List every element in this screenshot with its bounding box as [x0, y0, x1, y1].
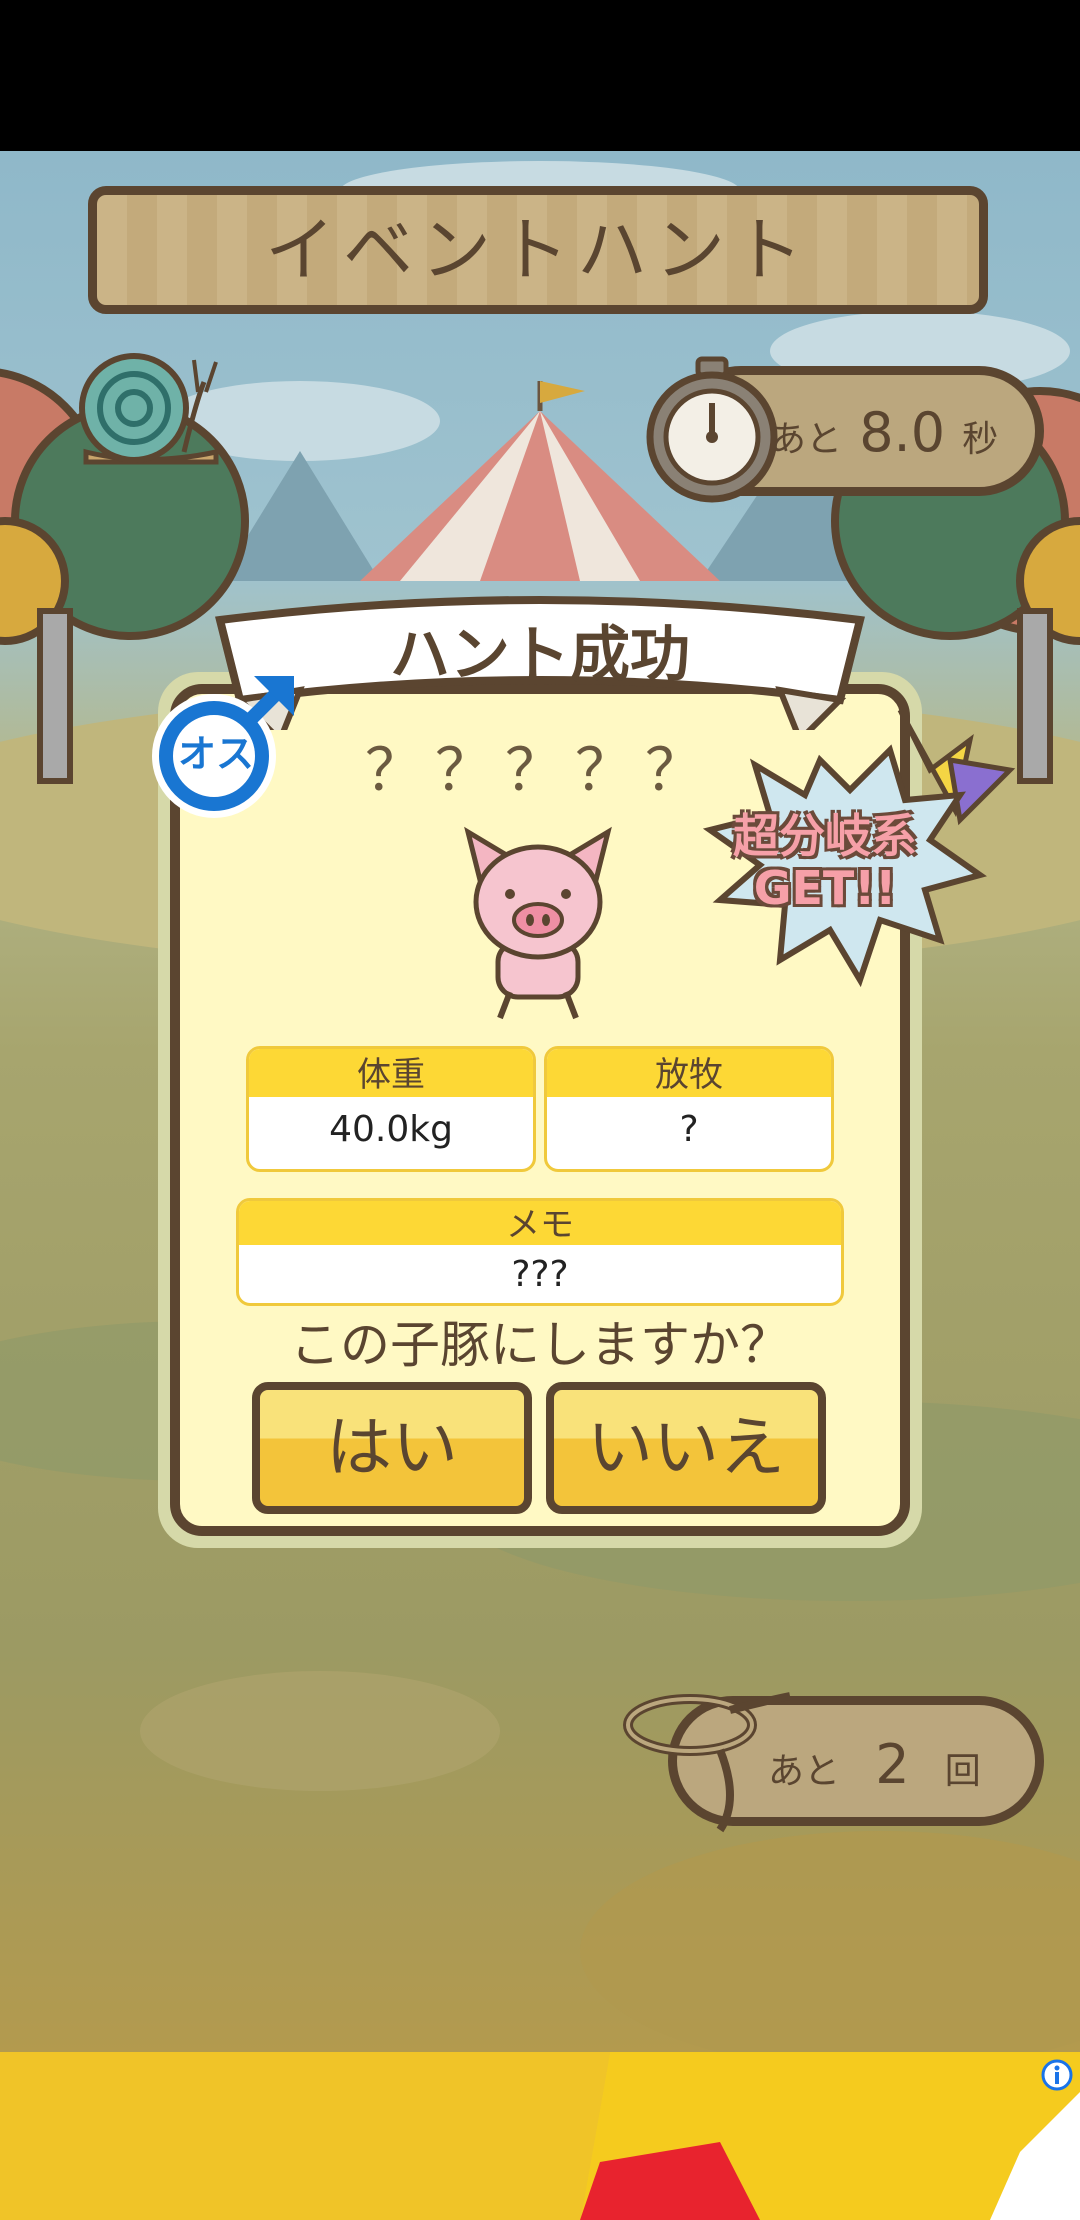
ad-graphic [580, 2092, 1080, 2220]
page-title: イベントハント [265, 209, 811, 291]
stopwatch-icon [646, 356, 778, 503]
weight-label: 体重 [249, 1049, 533, 1097]
grazing-value: ? [679, 1109, 699, 1150]
grazing-stat: 放牧 ? [544, 1046, 834, 1172]
burst-line1: 超分岐系 [733, 809, 917, 863]
memo-stat: メモ ??? [236, 1198, 844, 1306]
memo-value: ??? [511, 1254, 569, 1295]
timer-value: 8.0 [859, 401, 946, 464]
success-title: ハント成功 [390, 620, 690, 690]
info-icon[interactable] [1040, 2058, 1074, 2092]
timer-readout: あと 8.0 秒 [770, 388, 1030, 478]
weight-stat: 体重 40.0kg [246, 1046, 536, 1172]
timer-prefix: あと [770, 419, 843, 460]
ad-banner[interactable] [0, 2052, 1080, 2220]
grazing-label: 放牧 [547, 1049, 831, 1097]
confirm-question: この子豚にしますか？ [290, 1316, 790, 1374]
snail-icon [79, 353, 219, 465]
timer-unit: 秒 [962, 419, 999, 460]
attempts-value: 2 [875, 1733, 910, 1796]
attempts-prefix: あと [768, 1751, 841, 1792]
attempts-readout: あと 2 回 [768, 1720, 1038, 1810]
weight-value: 40.0kg [329, 1109, 453, 1150]
burst-line2: GET!! [753, 861, 897, 915]
gender-label: オス [177, 732, 254, 776]
memo-label: メモ [239, 1201, 841, 1245]
piglet-image [464, 826, 612, 1020]
burst-label: 超分岐系 GET!! [705, 810, 945, 914]
yes-button[interactable]: はい [252, 1382, 532, 1514]
attempts-unit: 回 [944, 1751, 981, 1792]
pig-name: ？？？？？ [364, 736, 715, 804]
no-button[interactable]: いいえ [546, 1382, 826, 1514]
